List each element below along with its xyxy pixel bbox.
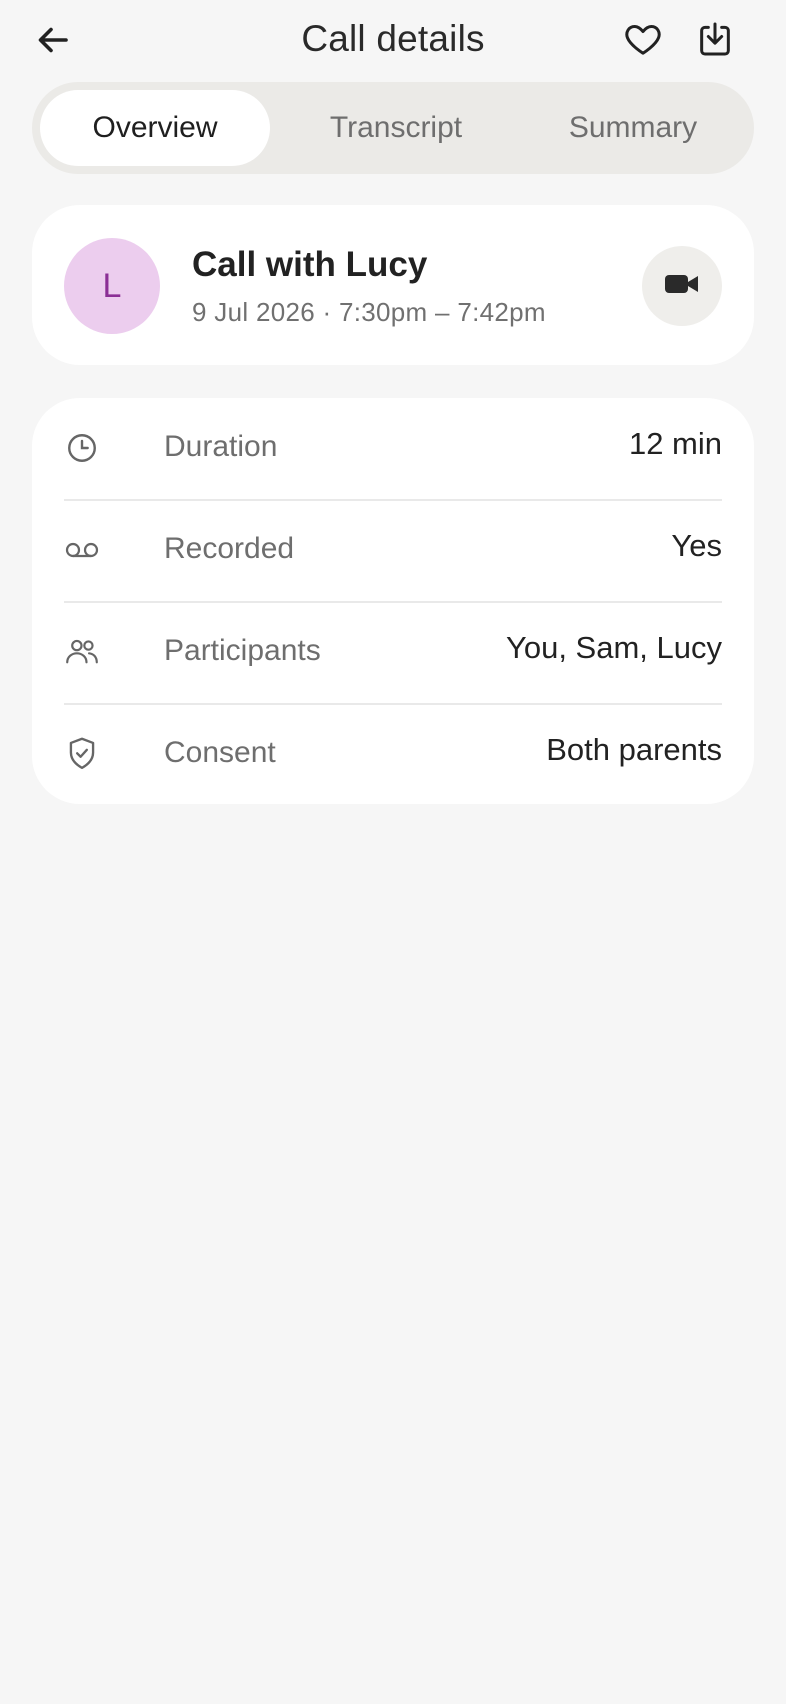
download-button[interactable]: [690, 16, 740, 66]
details-card: Duration 12 min Recorded Yes Participant…: [32, 398, 754, 804]
detail-value: You, Sam, Lucy: [506, 630, 722, 665]
call-time: 9 Jul 2026 · 7:30pm – 7:42pm: [192, 297, 546, 327]
voicemail-icon: [64, 532, 100, 568]
detail-row-consent: Consent Both parents: [64, 704, 722, 806]
detail-label: Duration: [164, 430, 278, 463]
detail-label: Participants: [164, 634, 321, 667]
call-card: L Call with Lucy 9 Jul 2026 · 7:30pm – 7…: [32, 205, 754, 365]
detail-value: Both parents: [546, 732, 722, 767]
detail-label: Consent: [164, 736, 276, 769]
detail-row-duration: Duration 12 min: [64, 398, 722, 500]
tab-summary[interactable]: Summary: [520, 90, 746, 166]
tab-overview[interactable]: Overview: [40, 90, 270, 166]
detail-row-recorded: Recorded Yes: [64, 500, 722, 602]
detail-value: Yes: [671, 528, 722, 563]
favorite-button[interactable]: [618, 16, 668, 66]
heart-icon: [623, 19, 663, 64]
page-title: Call details: [301, 18, 485, 59]
video-camera-icon: [664, 272, 700, 301]
call-title: Call with Lucy: [192, 245, 428, 284]
detail-label: Recorded: [164, 532, 295, 565]
shield-check-icon: [64, 736, 100, 772]
detail-value: 12 min: [628, 426, 722, 461]
tab-transcript[interactable]: Transcript: [282, 90, 510, 166]
clock-icon: [64, 430, 100, 466]
avatar: L: [64, 238, 160, 334]
users-icon: [64, 634, 100, 670]
video-call-button[interactable]: [642, 246, 722, 326]
app-header: Call details: [0, 0, 786, 82]
download-icon: [695, 19, 735, 64]
detail-row-participants: Participants You, Sam, Lucy: [64, 602, 722, 704]
tab-bar: Overview Transcript Summary: [32, 82, 754, 174]
